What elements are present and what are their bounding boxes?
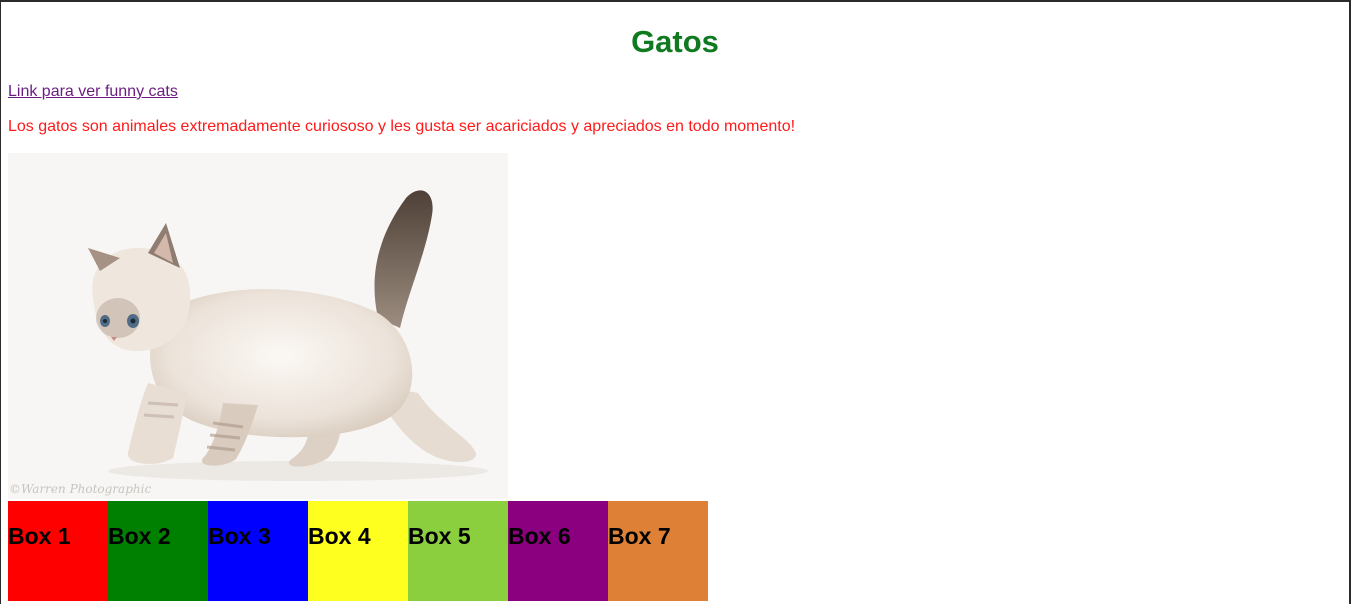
description-text: Los gatos son animales extremadamente cu… [8, 118, 796, 135]
box-7: Box 7 [608, 501, 708, 601]
box-5: Box 5 [408, 501, 508, 601]
color-boxes-row: Box 1 Box 2 Box 3 Box 4 Box 5 Box 6 Box … [8, 501, 708, 601]
page-title: Gatos [631, 24, 719, 59]
box-4: Box 4 [308, 501, 408, 601]
box-6: Box 6 [508, 501, 608, 601]
page-frame: Gatos Link para ver funny cats Los gatos… [0, 0, 1351, 604]
funny-cats-link[interactable]: Link para ver funny cats [8, 83, 178, 101]
kitten-illustration [88, 190, 488, 481]
photo-watermark: ©Warren Photographic [9, 482, 152, 496]
box-1: Box 1 [8, 501, 108, 601]
box-3: Box 3 [208, 501, 308, 601]
box-2: Box 2 [108, 501, 208, 601]
kitten-photo: ©Warren Photographic [8, 153, 508, 499]
